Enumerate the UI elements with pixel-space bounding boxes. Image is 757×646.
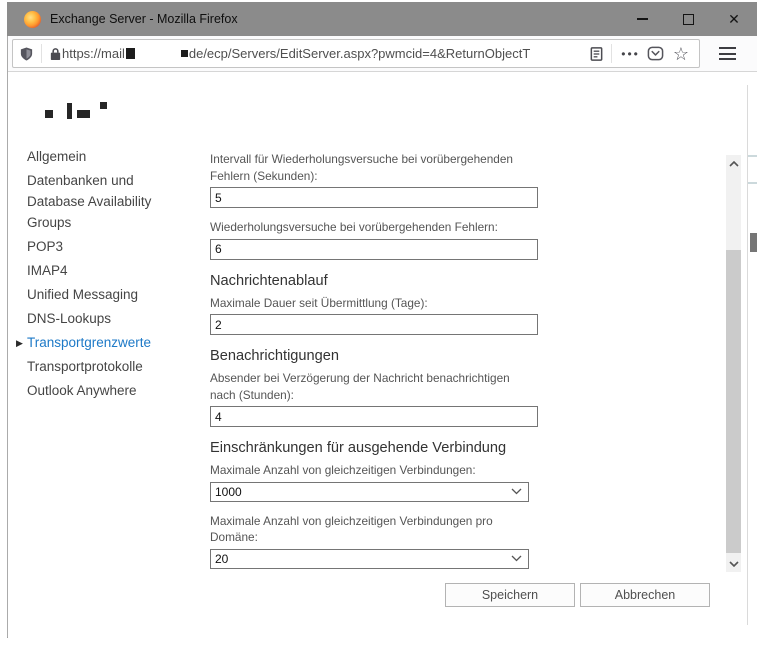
title-redaction-block bbox=[100, 102, 107, 109]
sidebar-item-outlook-anywhere[interactable]: Outlook Anywhere bbox=[27, 380, 182, 401]
content-right-border bbox=[747, 85, 748, 625]
url-prefix: https://mail bbox=[62, 46, 125, 61]
field-label: Maximale Anzahl von gleichzeitigen Verbi… bbox=[210, 513, 538, 546]
dialog-form: Intervall für Wiederholungsversuche bei … bbox=[210, 151, 538, 580]
sidebar-item-label: POP3 bbox=[27, 239, 63, 254]
browser-scrollbar-thumb[interactable] bbox=[750, 233, 757, 252]
form-section: Intervall für Wiederholungsversuche bei … bbox=[210, 151, 538, 260]
field-label: Maximale Dauer seit Übermittlung (Tage): bbox=[210, 295, 538, 312]
sidebar-item-label: Datenbanken und Database Availability Gr… bbox=[27, 173, 151, 230]
minimize-icon bbox=[637, 18, 648, 20]
text-input[interactable] bbox=[210, 314, 538, 335]
sidebar-item-pop3[interactable]: POP3 bbox=[27, 236, 182, 257]
close-button[interactable]: ✕ bbox=[711, 2, 757, 36]
scroll-down-button[interactable] bbox=[726, 555, 741, 572]
sidebar-item-label: Outlook Anywhere bbox=[27, 383, 137, 398]
url-text[interactable]: https://mail de/ecp/Servers/EditServer.as… bbox=[62, 40, 589, 67]
sidebar-item-allgemein[interactable]: Allgemein bbox=[27, 146, 182, 167]
sidebar-item-label: DNS-Lookups bbox=[27, 311, 111, 326]
save-button[interactable]: Speichern bbox=[445, 583, 575, 607]
sidebar-item-label: Allgemein bbox=[27, 149, 86, 164]
text-input[interactable] bbox=[210, 187, 538, 208]
field-label: Wiederholungsversuche bei vorübergehende… bbox=[210, 219, 538, 236]
text-input[interactable] bbox=[210, 406, 538, 427]
titlebar: Exchange Server - Mozilla Firefox ✕ bbox=[7, 2, 757, 36]
tracking-protection-shield-icon[interactable] bbox=[19, 46, 34, 62]
sidebar-item-dns-lookups[interactable]: DNS-Lookups bbox=[27, 308, 182, 329]
dropdown-select[interactable]: 1000 bbox=[210, 482, 529, 502]
title-redaction-block bbox=[67, 103, 72, 119]
title-redaction-block bbox=[77, 110, 90, 118]
scrollbar-thumb[interactable] bbox=[726, 250, 741, 553]
minimize-button[interactable] bbox=[619, 2, 665, 36]
urlbar-separator bbox=[41, 44, 42, 63]
sidebar-item-imap4[interactable]: IMAP4 bbox=[27, 260, 182, 281]
url-fade-overlay bbox=[561, 40, 589, 67]
sidebar-item-label: Transportgrenzwerte bbox=[27, 335, 151, 350]
form-section: Einschränkungen für ausgehende Verbindun… bbox=[210, 439, 538, 569]
chevron-down-icon bbox=[511, 488, 522, 495]
url-bar[interactable]: https://mail de/ecp/Servers/EditServer.as… bbox=[12, 39, 700, 68]
chevron-down-icon bbox=[729, 561, 739, 567]
chevron-up-icon bbox=[729, 161, 739, 167]
url-redaction-block bbox=[126, 48, 135, 59]
cancel-button[interactable]: Abbrechen bbox=[580, 583, 710, 607]
maximize-button[interactable] bbox=[665, 2, 711, 36]
navigation-toolbar: https://mail de/ecp/Servers/EditServer.as… bbox=[8, 36, 757, 72]
text-input[interactable] bbox=[210, 239, 538, 260]
selected-item-arrow-icon: ▶ bbox=[16, 333, 23, 354]
page-actions-icon[interactable]: ••• bbox=[621, 47, 640, 61]
sidebar-item-label: Transportprotokolle bbox=[27, 359, 143, 374]
field-label: Intervall für Wiederholungsversuche bei … bbox=[210, 151, 538, 184]
firefox-logo-icon bbox=[24, 11, 41, 28]
hamburger-menu-icon[interactable] bbox=[719, 47, 736, 60]
sidebar-item-transportgrenzwerte[interactable]: ▶Transportgrenzwerte bbox=[27, 332, 182, 353]
firefox-window: Exchange Server - Mozilla Firefox ✕ http… bbox=[0, 0, 757, 646]
edge-line bbox=[748, 155, 757, 157]
bookmark-star-icon[interactable]: ☆ bbox=[673, 45, 689, 63]
sidebar-item-unified-messaging[interactable]: Unified Messaging bbox=[27, 284, 182, 305]
chevron-down-icon bbox=[511, 555, 522, 562]
pocket-icon[interactable] bbox=[647, 45, 664, 62]
dropdown-value: 1000 bbox=[215, 485, 242, 499]
form-section: Benachrichtigungen Absender bei Verzögeru… bbox=[210, 347, 538, 427]
reader-mode-icon[interactable] bbox=[589, 46, 604, 62]
url-suffix: de/ecp/Servers/EditServer.aspx?pwmcid=4&… bbox=[189, 46, 530, 61]
urlbar-separator bbox=[611, 44, 612, 63]
edge-line bbox=[748, 182, 757, 184]
scroll-up-button[interactable] bbox=[726, 155, 741, 172]
window-controls: ✕ bbox=[619, 2, 757, 36]
page-content: Allgemein Datenbanken und Database Availa… bbox=[8, 72, 757, 638]
https-padlock-icon[interactable] bbox=[49, 47, 62, 61]
maximize-icon bbox=[683, 14, 694, 25]
close-icon: ✕ bbox=[728, 12, 740, 26]
form-section: Nachrichtenablauf Maximale Dauer seit Übe… bbox=[210, 272, 538, 336]
url-redaction-block bbox=[181, 50, 188, 57]
title-redaction-block bbox=[45, 110, 53, 118]
sidebar-item-label: IMAP4 bbox=[27, 263, 68, 278]
sidebar-item-datenbanken-und-database-availability-groups[interactable]: Datenbanken und Database Availability Gr… bbox=[27, 170, 182, 233]
sidebar-item-label: Unified Messaging bbox=[27, 287, 138, 302]
section-heading: Benachrichtigungen bbox=[210, 347, 538, 366]
window-title: Exchange Server - Mozilla Firefox bbox=[50, 12, 238, 26]
dropdown-value: 20 bbox=[215, 552, 228, 566]
dialog-scrollbar bbox=[726, 155, 741, 572]
dialog-sidebar: Allgemein Datenbanken und Database Availa… bbox=[27, 146, 182, 404]
section-heading: Nachrichtenablauf bbox=[210, 272, 538, 291]
section-heading: Einschränkungen für ausgehende Verbindun… bbox=[210, 439, 538, 458]
dropdown-select[interactable]: 20 bbox=[210, 549, 529, 569]
sidebar-item-transportprotokolle[interactable]: Transportprotokolle bbox=[27, 356, 182, 377]
field-label: Maximale Anzahl von gleichzeitigen Verbi… bbox=[210, 462, 538, 479]
field-label: Absender bei Verzögerung der Nachricht b… bbox=[210, 370, 538, 403]
